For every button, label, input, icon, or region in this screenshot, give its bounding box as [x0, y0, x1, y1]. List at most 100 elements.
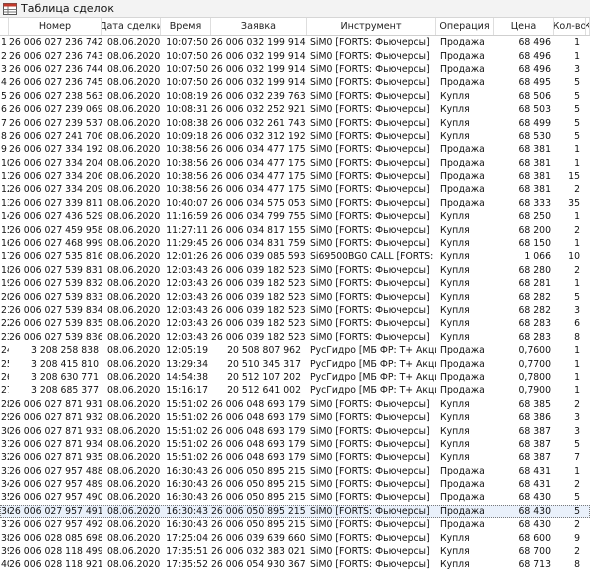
column-header-price[interactable]: Цена — [494, 18, 554, 35]
cell-idx: 18 — [1, 264, 9, 276]
table-row[interactable]: 1326 006 027 339 811 08.06.2020 10:40:0726… — [0, 197, 590, 210]
table-row[interactable]: 1726 006 027 535 816 08.06.2020 12:01:2626… — [0, 250, 590, 263]
cell-price: 68 430 — [518, 519, 551, 531]
table-row[interactable]: 1426 006 027 436 529 08.06.2020 11:16:5926… — [0, 210, 590, 223]
cell-price: 68 496 — [518, 50, 551, 62]
cell-qty: 1 — [574, 358, 580, 370]
table-row[interactable]: 1126 006 027 334 206 08.06.2020 10:38:5626… — [0, 170, 590, 183]
table-row[interactable]: 3726 006 027 957 49208.06.202016:30:4326… — [0, 518, 590, 531]
cell-price: 68 431 — [518, 479, 551, 491]
table-row[interactable]: 2326 006 027 539 836 08.06.2020 12:03:4326… — [0, 331, 590, 344]
cell-price: 68 600 — [518, 532, 551, 544]
cell-time: 15:51:02 — [166, 425, 208, 437]
cell-num: 26 006 027 957 491 — [9, 505, 102, 517]
table-row[interactable]: 1 26 006 027 236 742 08.06.2020 10:07:50 26 … — [0, 36, 590, 49]
cell-qty: 5 — [574, 117, 580, 129]
table-row[interactable]: 3926 006 028 118 49908.06.202017:35:5126… — [0, 545, 590, 558]
column-header-idx[interactable] — [0, 18, 9, 35]
cell-time: 16:30:43 — [166, 492, 208, 504]
table-row[interactable]: 4 26 006 027 236 745 08.06.2020 10:07:50 26 … — [0, 76, 590, 89]
title-bar[interactable]: Таблица сделок — [0, 0, 590, 18]
cell-qty: 1 — [574, 50, 580, 62]
table-row[interactable]: 5 26 006 027 238 563 08.06.2020 10:08:19 26 … — [0, 90, 590, 103]
column-header-time[interactable]: Время — [161, 18, 211, 35]
table-row[interactable]: 2126 006 027 539 834 08.06.2020 12:03:4326… — [0, 304, 590, 317]
cell-idx: 11 — [1, 171, 9, 183]
table-row[interactable]: 3626 006 027 957 491 08.06.2020 16:30:4326… — [0, 504, 590, 519]
table-row[interactable]: 27 3 208 685 377 08.06.2020 15:16:17 20 512 … — [0, 384, 590, 397]
cell-qty: 5 — [574, 505, 580, 517]
cell-date: 08.06.2020 — [107, 130, 161, 142]
cell-time: 10:08:31 — [166, 104, 208, 116]
table-row[interactable]: 1826 006 027 539 83108.06.202012:03:4326… — [0, 264, 590, 277]
cell-qty: 3 — [574, 425, 580, 437]
cell-num: 26 006 027 436 529 — [9, 211, 102, 223]
cell-inst: РусГидро [МБ ФР: Т+ Акции и Д — [310, 345, 436, 357]
cell-order: 20 512 107 202 — [227, 371, 301, 383]
column-header-inst[interactable]: Инструмент — [307, 18, 436, 35]
table-row[interactable]: 4026 006 028 118 921 08.06.2020 17:35:5226… — [0, 558, 590, 571]
table-row[interactable]: 3226 006 027 871 935 08.06.2020 15:51:0226… — [0, 451, 590, 464]
cell-op: Купля — [440, 238, 470, 250]
cell-op: Продажа — [440, 465, 485, 477]
table-row[interactable]: 2026 006 027 539 833 08.06.2020 12:03:4326… — [0, 290, 590, 303]
cell-price: 68 282 — [518, 305, 551, 316]
table-row[interactable]: 2 26 006 027 236 743 08.06.2020 10:07:50 26 … — [0, 49, 590, 62]
table-row[interactable]: 3826 006 028 085 698 08.06.2020 17:25:0426… — [0, 531, 590, 544]
cell-date: 08.06.2020 — [107, 398, 161, 410]
table-row[interactable]: 1526 006 027 459 95808.06.202011:27:1126… — [0, 223, 590, 236]
table-row[interactable]: 9 26 006 027 334 192 08.06.2020 10:38:56 26 … — [0, 143, 590, 156]
cell-num: 26 006 027 241 706 — [9, 130, 102, 142]
cell-inst: SiM0 [FORTS: Фьючерсы] — [310, 278, 430, 290]
cell-time: 15:51:02 — [166, 452, 208, 464]
cell-num: 3 208 415 810 — [30, 358, 99, 370]
table-row[interactable]: 2226 006 027 539 835 08.06.2020 12:03:4326… — [0, 317, 590, 330]
table-row[interactable]: 1026 006 027 334 204 08.06.2020 10:38:5626… — [0, 157, 590, 170]
table-row[interactable]: 6 26 006 027 239 069 08.06.2020 10:08:31 26 … — [0, 103, 590, 116]
cell-time: 13:29:34 — [166, 358, 208, 370]
cell-num: 26 006 027 238 563 — [9, 90, 102, 102]
table-row[interactable]: 3326 006 027 957 488 08.06.2020 16:30:4326… — [0, 465, 590, 478]
table-row[interactable]: 25 3 208 415 810 08.06.2020 13:29:34 20 510 … — [0, 357, 590, 370]
table-row[interactable]: 3 26 006 027 236 744 08.06.2020 10:07:50 26 … — [0, 63, 590, 76]
table-row[interactable]: 1926 006 027 539 832 08.06.2020 12:03:4326… — [0, 277, 590, 290]
cell-order: 20 512 641 002 — [227, 385, 301, 397]
column-header-op[interactable]: Операция — [436, 18, 494, 35]
cell-price: 68 387 — [518, 438, 551, 450]
cell-op: Купля — [440, 224, 470, 236]
cell-num: 26 006 027 871 932 — [9, 412, 102, 424]
cell-price: 68 250 — [518, 211, 551, 223]
cell-inst: SiM0 [FORTS: Фьючерсы] — [310, 157, 430, 169]
table-row[interactable]: 2826 006 027 871 93108.06.202015:51:0226… — [0, 398, 590, 411]
cell-price: 1 066 — [524, 251, 551, 263]
cell-num: 3 208 258 838 — [30, 345, 99, 357]
cell-inst: SiM0 [FORTS: Фьючерсы] — [310, 412, 430, 424]
cell-idx: 8 — [1, 130, 7, 142]
cell-time: 10:07:50 — [166, 37, 208, 49]
cell-price: 68 333 — [518, 197, 551, 209]
table-row[interactable]: 24 3 208 258 838 08.06.2020 12:05:19 20 508 … — [0, 344, 590, 357]
cell-op: Продажа — [440, 385, 485, 397]
table-row[interactable]: 3026 006 027 871 933 08.06.2020 15:51:0226… — [0, 424, 590, 437]
column-header-qty[interactable]: Кол-во — [554, 18, 586, 35]
cell-op: Купля — [440, 412, 470, 424]
table-row[interactable]: 1626 006 027 468 999 08.06.2020 11:29:4526… — [0, 237, 590, 250]
cell-idx: 25 — [1, 358, 9, 370]
column-header-k[interactable]: К — [586, 18, 590, 35]
table-row[interactable]: 8 26 006 027 241 706 08.06.2020 10:09:18 26 … — [0, 130, 590, 143]
table-row[interactable]: 2926 006 027 871 932 08.06.2020 15:51:0226… — [0, 411, 590, 424]
cell-price: 68 431 — [518, 465, 551, 477]
table-row[interactable]: 3126 006 027 871 934 08.06.2020 15:51:0226… — [0, 438, 590, 451]
table-row[interactable]: 26 3 208 630 771 08.06.2020 14:54:38 20 512 … — [0, 371, 590, 384]
cell-num: 26 006 028 118 499 — [9, 546, 102, 558]
column-header-num[interactable]: Номер — [9, 18, 102, 35]
column-header-order[interactable]: Заявка — [211, 18, 307, 35]
table-row[interactable]: 3526 006 027 957 490 08.06.2020 16:30:4326… — [0, 491, 590, 504]
cell-idx: 7 — [1, 117, 7, 129]
cell-num: 26 006 027 539 832 — [9, 278, 102, 290]
column-header-date[interactable]: Дата сделки — [102, 18, 161, 35]
table-row[interactable]: 7 26 006 027 239 537 08.06.2020 10:08:38 26 … — [0, 116, 590, 129]
cell-qty: 3 — [574, 305, 580, 316]
table-row[interactable]: 1226 006 027 334 20908.06.202010:38:5626… — [0, 183, 590, 196]
table-row[interactable]: 3426 006 027 957 48908.06.202016:30:4326… — [0, 478, 590, 491]
